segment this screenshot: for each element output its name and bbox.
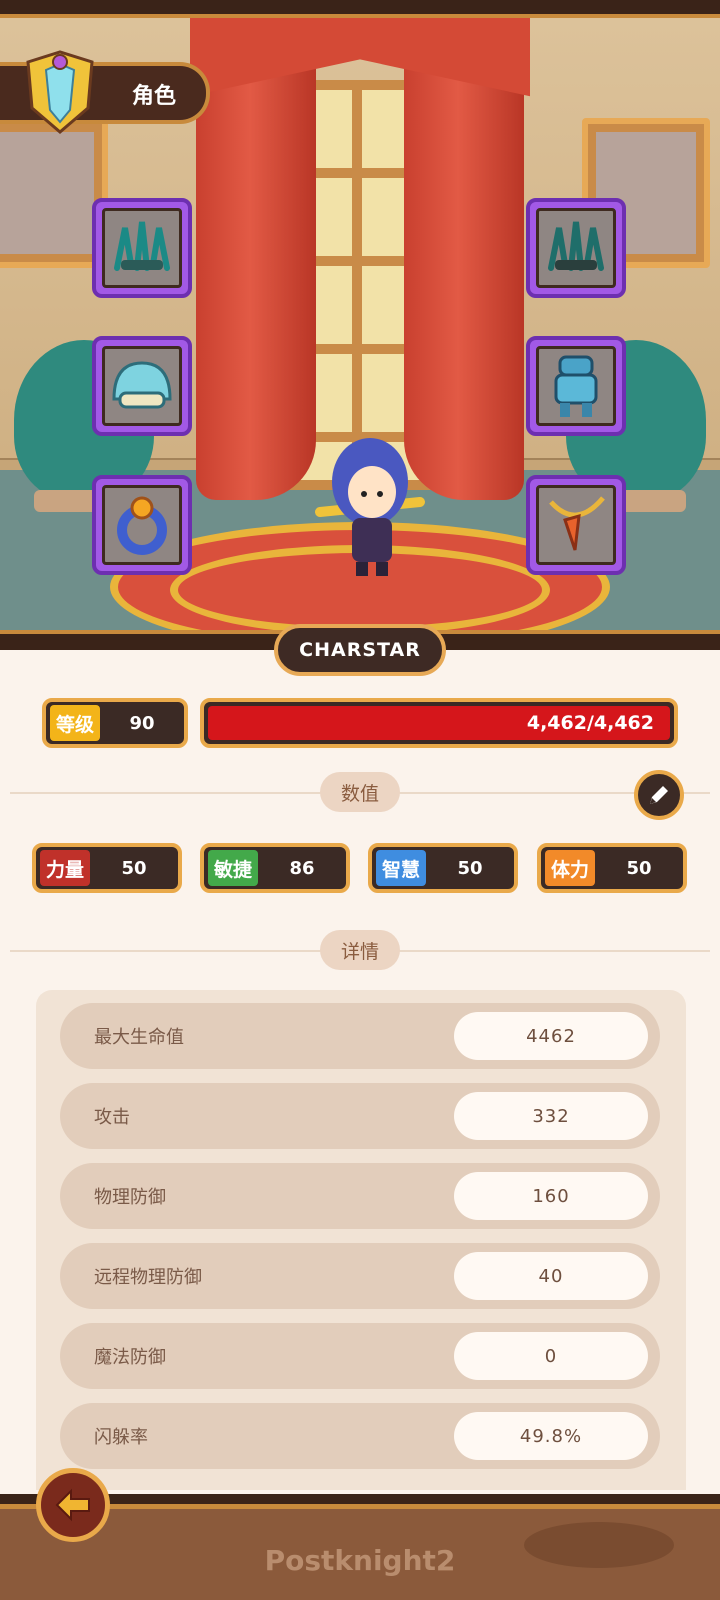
attribute-value: 86 — [289, 857, 315, 879]
detail-row: 闪躲率 49.8% — [60, 1403, 660, 1469]
detail-label: 攻击 — [94, 1107, 130, 1128]
attribute-value: 50 — [626, 857, 652, 879]
hp-fill: 4,462/4,462 — [208, 706, 670, 740]
detail-label: 闪躲率 — [94, 1427, 148, 1448]
attribute-label: 体力 — [545, 850, 596, 886]
equip-slot-ring[interactable] — [92, 475, 192, 575]
helmet-icon — [112, 361, 172, 409]
detail-value: 49.8% — [454, 1412, 648, 1460]
equip-slot-helmet[interactable] — [92, 336, 192, 436]
attribute-label: 力量 — [40, 850, 91, 886]
ring-icon — [117, 496, 167, 555]
attribute-vitality: 体力 50 — [537, 843, 687, 893]
attribute-label: 敏捷 — [208, 850, 259, 886]
attribute-value: 50 — [457, 857, 483, 879]
attribute-label: 智慧 — [376, 850, 427, 886]
attribute-intelligence: 智慧 50 — [368, 843, 518, 893]
hero-character — [315, 438, 425, 576]
armor-icon — [554, 355, 598, 417]
claws-icon — [114, 221, 170, 271]
detail-value: 332 — [454, 1092, 648, 1140]
detail-row: 魔法防御 0 — [60, 1323, 660, 1389]
top-bar — [0, 0, 720, 18]
back-arrow-icon — [55, 1488, 90, 1522]
page-title: 角色 — [132, 84, 177, 109]
hp-bar: 4,462/4,462 — [200, 698, 678, 748]
pencil-icon — [650, 786, 668, 804]
detail-row: 物理防御 160 — [60, 1163, 660, 1229]
detail-label: 远程物理防御 — [94, 1267, 202, 1288]
detail-label: 物理防御 — [94, 1187, 166, 1208]
level-value: 90 — [129, 712, 155, 734]
detail-row: 攻击 332 — [60, 1083, 660, 1149]
detail-value: 40 — [454, 1252, 648, 1300]
stats-section-label: 数值 — [320, 772, 400, 812]
detail-value: 0 — [454, 1332, 648, 1380]
back-button[interactable] — [36, 1468, 110, 1542]
equip-slot-weapon-left[interactable] — [92, 198, 192, 298]
game-logo: Postknight2 — [264, 1544, 456, 1577]
detail-value: 160 — [454, 1172, 648, 1220]
detail-row: 最大生命值 4462 — [60, 1003, 660, 1069]
level-indicator: 等级 90 — [42, 698, 188, 748]
attribute-value: 50 — [121, 857, 147, 879]
curtain-left — [196, 20, 316, 500]
details-section-label: 详情 — [320, 930, 400, 970]
hp-text: 4,462/4,462 — [526, 712, 654, 734]
attribute-strength: 力量 50 — [32, 843, 182, 893]
attribute-agility: 敏捷 86 — [200, 843, 350, 893]
detail-label: 魔法防御 — [94, 1347, 166, 1368]
equip-slot-armor[interactable] — [526, 336, 626, 436]
character-scene: 角色 — [0, 0, 720, 650]
detail-row: 远程物理防御 40 — [60, 1243, 660, 1309]
amulet-icon — [549, 496, 605, 551]
crystal-shield-icon — [26, 50, 94, 134]
character-name: CHARSTAR — [274, 624, 446, 676]
edit-stats-button[interactable] — [634, 770, 684, 820]
claws-icon — [548, 221, 604, 271]
detail-value: 4462 — [454, 1012, 648, 1060]
detail-label: 最大生命值 — [94, 1027, 184, 1048]
equip-slot-weapon-right[interactable] — [526, 198, 626, 298]
curtain-right — [404, 20, 524, 500]
equip-slot-amulet[interactable] — [526, 475, 626, 575]
level-label: 等级 — [50, 705, 101, 741]
